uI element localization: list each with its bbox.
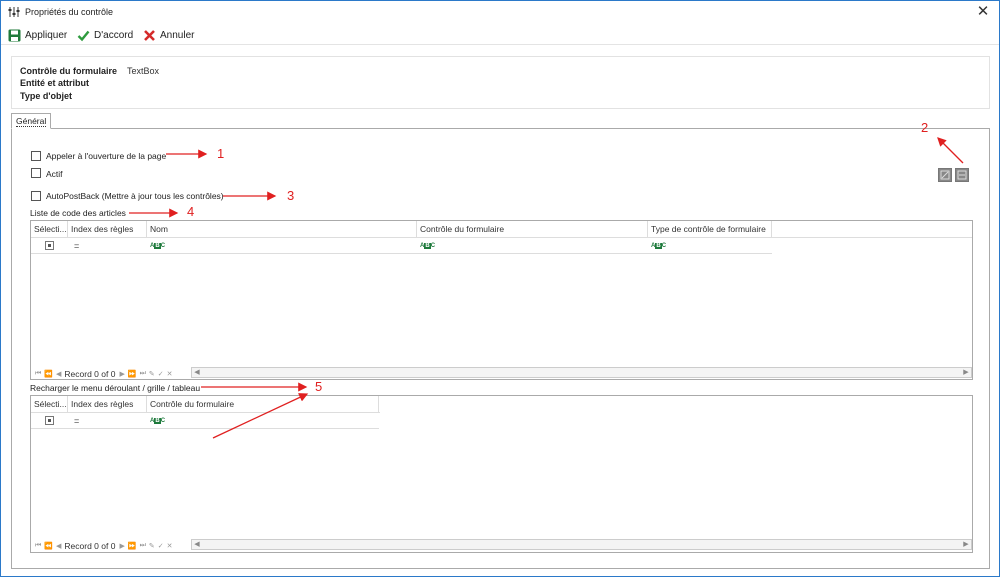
col-form-control[interactable]: Contrôle du formulaire: [147, 396, 379, 413]
annotation-4: 4: [187, 204, 195, 219]
cancel-button[interactable]: Annuler: [143, 28, 194, 42]
control-info-box: Contrôle du formulaire TextBox Entité et…: [11, 56, 990, 109]
grid-pager: ⏮ ⏪ ◀ Record 0 of 0 ▶ ⏩ ⏭ ✎ ✓ ✕: [35, 539, 176, 552]
annotation-1: 1: [217, 146, 225, 161]
tab-general[interactable]: Général: [11, 113, 51, 129]
next-page-group-icon[interactable]: ⏩: [128, 370, 137, 378]
collapse-icon[interactable]: [955, 168, 969, 182]
col-rule-index[interactable]: Index des règles: [68, 396, 147, 413]
annotation-5: 5: [315, 379, 323, 394]
reload-label: Recharger le menu déroulant / grille / t…: [30, 383, 201, 393]
entity-info-row: Entité et attribut: [20, 78, 89, 88]
scroll-left-icon[interactable]: ◀: [192, 368, 202, 377]
edit-icon[interactable]: [938, 168, 952, 182]
x-icon: [143, 29, 156, 42]
last-page-icon[interactable]: ⏭: [140, 370, 146, 378]
call-on-open-label: Appeler à l'ouverture de la page: [46, 151, 167, 161]
text-filter-icon[interactable]: ABC: [150, 417, 165, 425]
prev-page-group-icon[interactable]: ⏪: [44, 370, 53, 378]
type-label: Type d'objet: [20, 91, 72, 101]
control-info-row: Contrôle du formulaire TextBox: [20, 66, 159, 76]
prev-page-icon[interactable]: ◀: [56, 370, 61, 378]
grid-header: Sélecti... Index des règles Nom Contrôle…: [31, 221, 972, 238]
call-on-open-checkbox[interactable]: [31, 151, 41, 161]
autopostback-checkbox[interactable]: [31, 191, 41, 201]
grid-pager: ⏮ ⏪ ◀ Record 0 of 0 ▶ ⏩ ⏭ ✎ ✓ ✕: [35, 367, 176, 380]
edit-record-icon[interactable]: ✎: [149, 542, 155, 550]
title-bar: Propriétés du contrôle ✕: [1, 1, 999, 23]
record-count: Record 0 of 0: [64, 368, 116, 379]
control-value: TextBox: [127, 66, 160, 76]
control-label: Contrôle du formulaire: [20, 66, 118, 76]
next-page-group-icon[interactable]: ⏩: [128, 542, 137, 550]
item-code-list-label: Liste de code des articles: [30, 208, 126, 218]
next-page-icon[interactable]: ▶: [119, 370, 124, 378]
col-form-control-type[interactable]: Type de contrôle de formulaire: [648, 221, 772, 238]
window-title: Propriétés du contrôle: [25, 7, 114, 17]
last-page-icon[interactable]: ⏭: [140, 542, 146, 550]
horizontal-scrollbar[interactable]: ◀ ▶: [191, 539, 972, 550]
annotation-3: 3: [287, 188, 295, 203]
save-record-icon[interactable]: ✓: [158, 542, 164, 550]
reload-grid[interactable]: Sélecti... Index des règles Contrôle du …: [30, 395, 973, 553]
col-select[interactable]: Sélecti...: [31, 396, 68, 413]
scroll-right-icon[interactable]: ▶: [961, 540, 971, 549]
scroll-left-icon[interactable]: ◀: [192, 540, 202, 549]
save-icon: [8, 29, 21, 42]
col-name[interactable]: Nom: [147, 221, 417, 238]
cancel-label: Annuler: [160, 29, 195, 41]
text-filter-icon[interactable]: ABC: [420, 242, 435, 250]
autopostback-label: AutoPostBack (Mettre à jour tous les con…: [46, 191, 224, 201]
save-record-icon[interactable]: ✓: [158, 370, 164, 378]
grid-header: Sélecti... Index des règles Contrôle du …: [31, 396, 380, 413]
select-all-checkbox[interactable]: [45, 416, 54, 425]
scroll-right-icon[interactable]: ▶: [961, 368, 971, 377]
next-page-icon[interactable]: ▶: [119, 542, 124, 550]
filter-row[interactable]: = ABC: [31, 413, 379, 429]
checkmark-icon: [77, 29, 90, 42]
col-rule-index[interactable]: Index des règles: [68, 221, 147, 238]
equals-filter-icon[interactable]: =: [74, 413, 79, 429]
ok-label: D'accord: [94, 29, 134, 41]
apply-label: Appliquer: [25, 29, 68, 41]
prev-page-group-icon[interactable]: ⏪: [44, 542, 53, 550]
entity-label: Entité et attribut: [20, 78, 89, 88]
horizontal-scrollbar[interactable]: ◀ ▶: [191, 367, 972, 378]
properties-window: Propriétés du contrôle ✕ Appliquer D'acc…: [0, 0, 1000, 577]
close-icon[interactable]: ✕: [973, 2, 993, 22]
toolbar: Appliquer D'accord Annuler: [1, 25, 999, 45]
equals-filter-icon[interactable]: =: [74, 238, 79, 254]
cancel-record-icon[interactable]: ✕: [167, 542, 173, 550]
col-form-control[interactable]: Contrôle du formulaire: [417, 221, 648, 238]
first-page-icon[interactable]: ⏮: [35, 370, 41, 378]
ok-button[interactable]: D'accord: [77, 28, 133, 42]
text-filter-icon[interactable]: ABC: [651, 242, 666, 250]
record-count: Record 0 of 0: [64, 540, 116, 551]
cancel-record-icon[interactable]: ✕: [167, 370, 173, 378]
edit-record-icon[interactable]: ✎: [149, 370, 155, 378]
first-page-icon[interactable]: ⏮: [35, 542, 41, 550]
sliders-icon: [8, 6, 20, 18]
prev-page-icon[interactable]: ◀: [56, 542, 61, 550]
text-filter-icon[interactable]: ABC: [150, 242, 165, 250]
col-select[interactable]: Sélecti...: [31, 221, 68, 238]
active-label: Actif: [46, 169, 63, 179]
select-all-checkbox[interactable]: [45, 241, 54, 250]
type-info-row: Type d'objet: [20, 91, 72, 101]
annotation-2: 2: [921, 120, 929, 135]
apply-button[interactable]: Appliquer: [8, 28, 67, 42]
tab-general-label: Général: [16, 116, 47, 127]
active-checkbox[interactable]: [31, 168, 41, 178]
general-tab-panel: Appeler à l'ouverture de la page Actif A…: [11, 128, 990, 569]
item-code-grid[interactable]: Sélecti... Index des règles Nom Contrôle…: [30, 220, 973, 380]
filter-row[interactable]: = ABC ABC ABC: [31, 238, 772, 254]
